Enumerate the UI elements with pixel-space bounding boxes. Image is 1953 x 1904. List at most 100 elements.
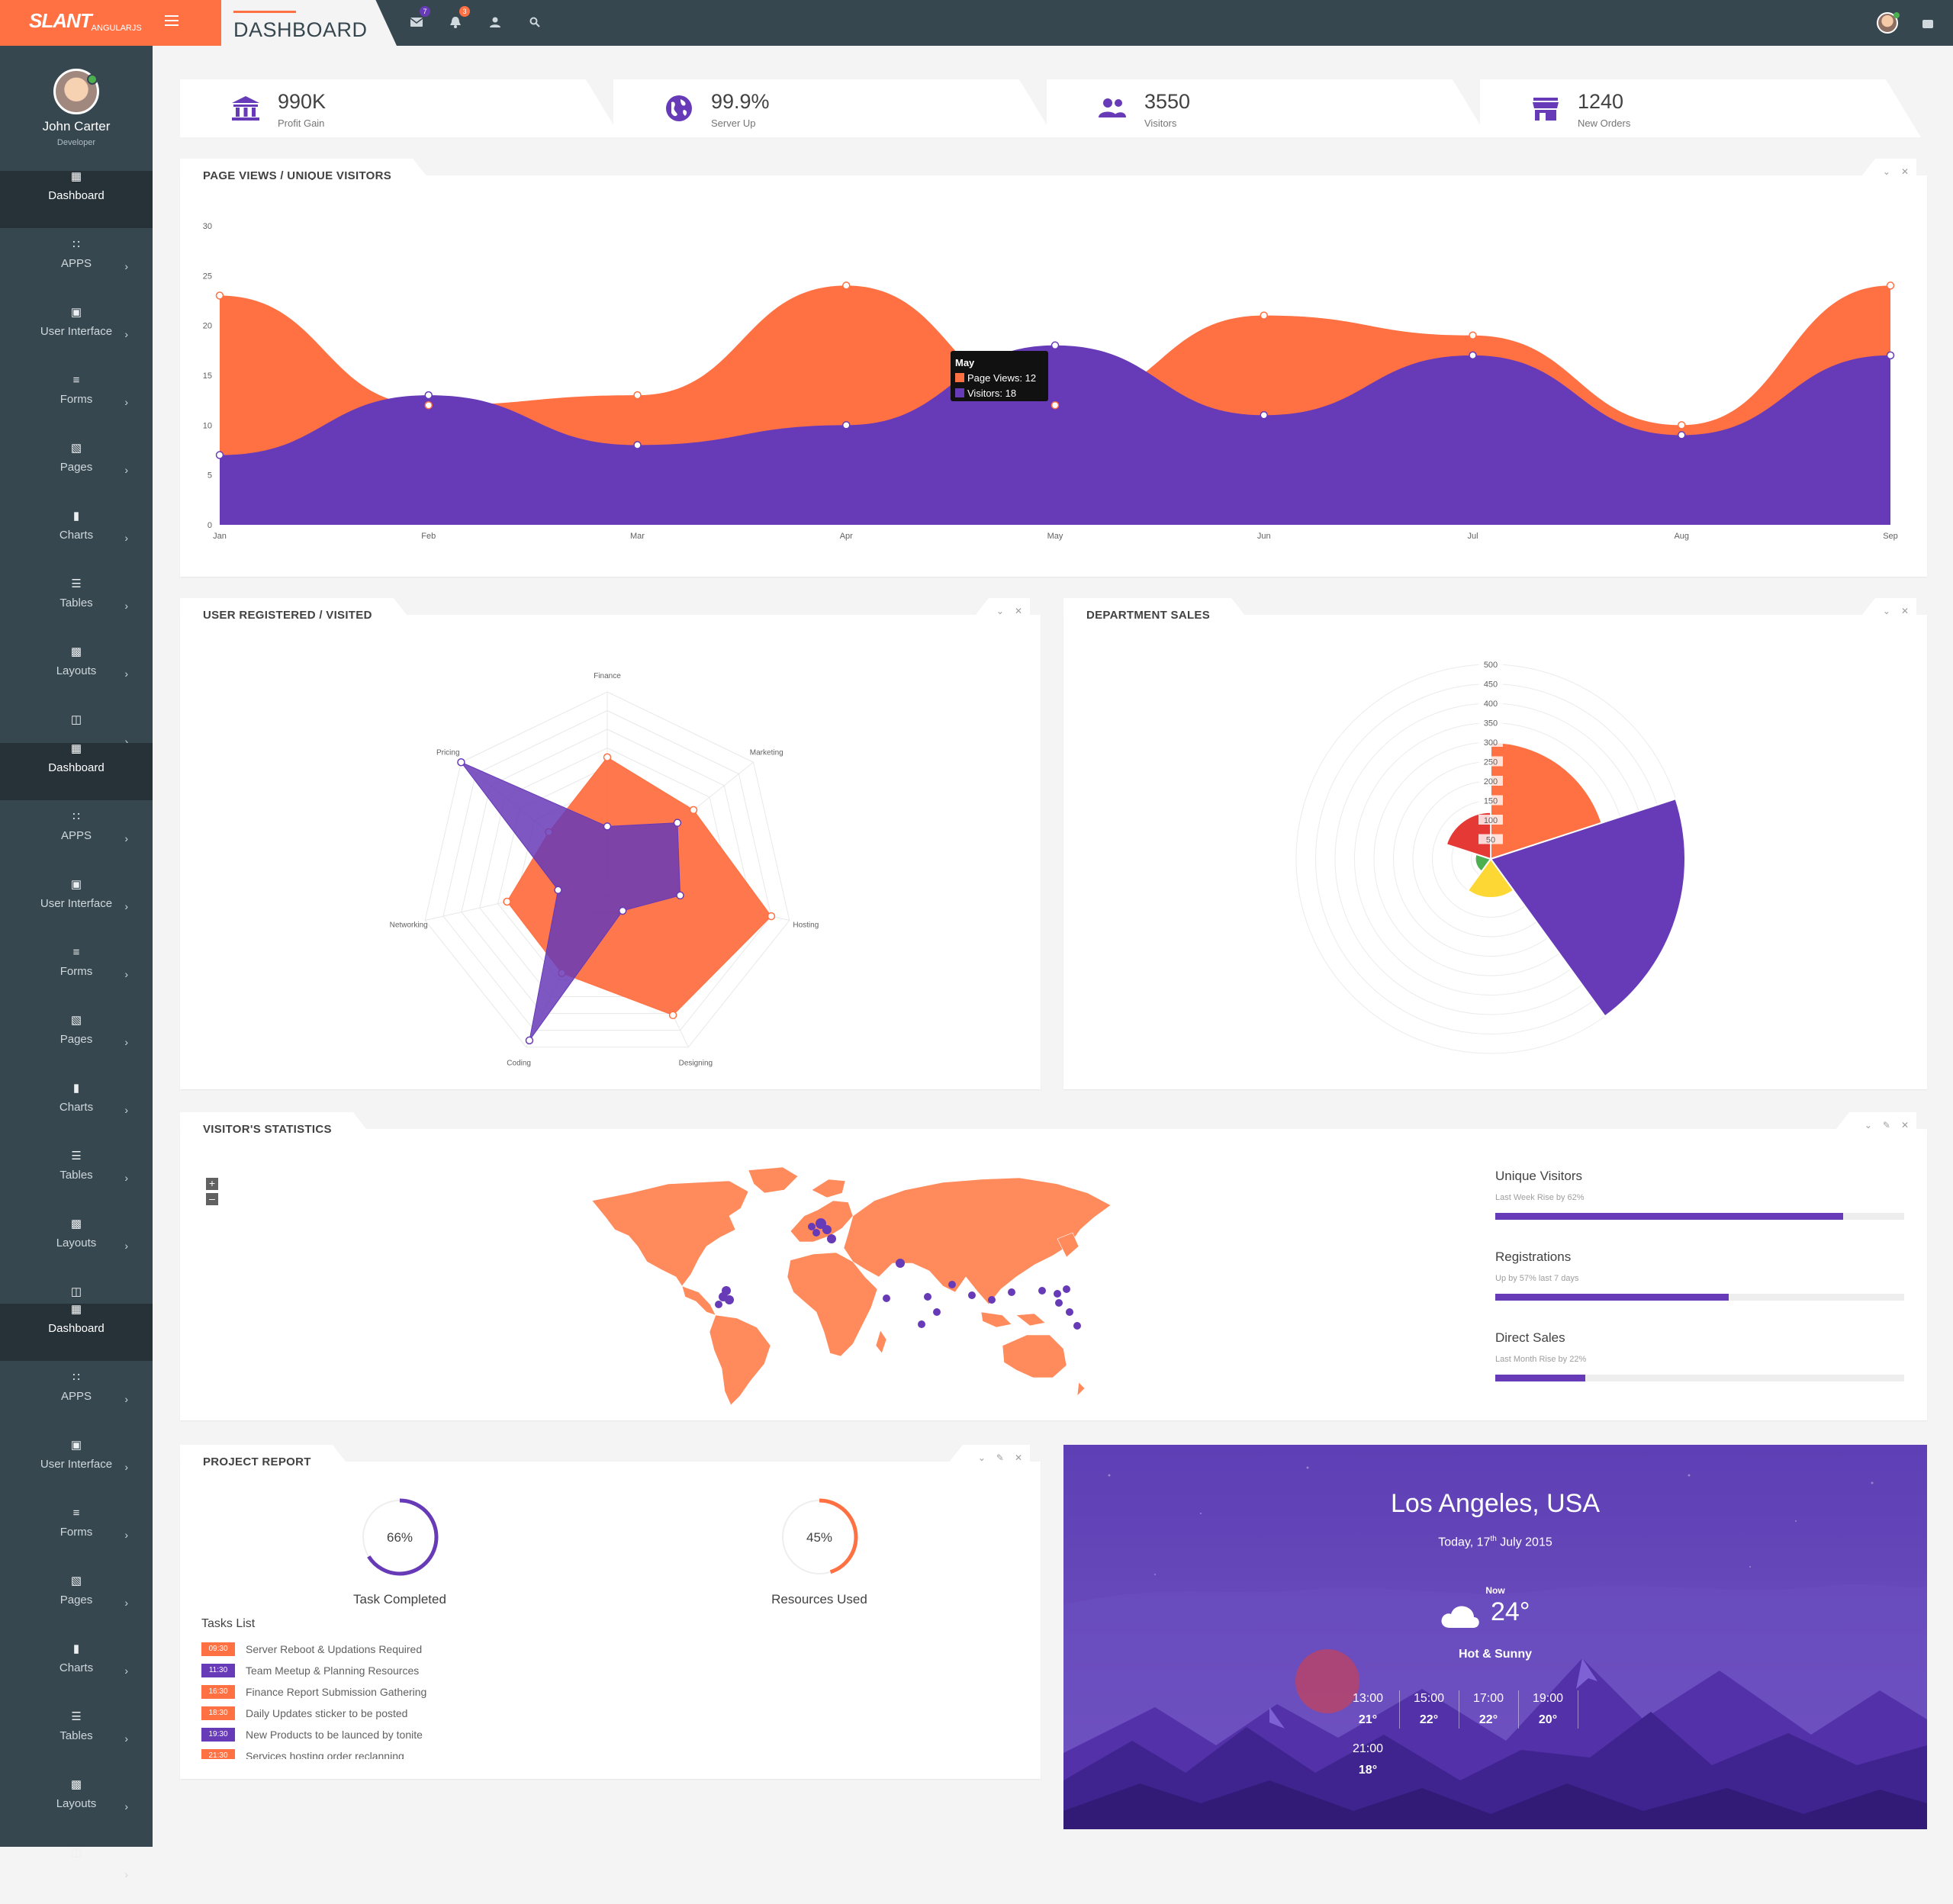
chat-icon[interactable] — [1922, 20, 1933, 28]
data-point — [424, 391, 433, 400]
progress-ring: 45% — [780, 1498, 858, 1576]
progress-fill — [1495, 1375, 1585, 1381]
bell-icon[interactable]: 3 — [450, 6, 470, 29]
profile-role: Developer — [56, 138, 96, 147]
sidebar-item-user-interface[interactable]: ▣ User Interface › — [0, 1439, 153, 1497]
task-text: Server Reboot & Updations Required — [246, 1643, 423, 1655]
task-text: New Products to be launced by tonite — [246, 1729, 423, 1741]
y-tick-label: 15 — [203, 371, 212, 381]
sidebar-item-tables[interactable]: ☰ Tables › — [0, 1711, 153, 1768]
sidebar-item-apps[interactable]: ∷ APPS › — [0, 239, 153, 296]
polar-tick-label: 500 — [1484, 661, 1498, 670]
world-map[interactable] — [584, 1163, 1118, 1407]
task-row[interactable]: 19:30 New Products to be launced by tonit… — [201, 1724, 659, 1745]
sidebar-item-charts[interactable]: ▮ Charts › — [0, 510, 153, 568]
close-icon[interactable]: ✕ — [1015, 1452, 1022, 1463]
sidebar-item-user-interface[interactable]: ▣ User Interface › — [0, 879, 153, 936]
progress-item: Unique Visitors Last Week Rise by 62% — [1495, 1169, 1904, 1220]
close-icon[interactable]: ✕ — [1901, 1120, 1909, 1130]
edit-icon[interactable]: ✎ — [1883, 1120, 1890, 1130]
sidebar-item-apps[interactable]: ∷ APPS › — [0, 1372, 153, 1429]
search-icon[interactable] — [529, 17, 543, 29]
weather-city: Los Angeles, USA — [1390, 1489, 1601, 1518]
sidebar-item-maps[interactable]: ◫› — [0, 1847, 153, 1904]
sidebar-item-forms[interactable]: ≡ Forms › — [0, 1507, 153, 1565]
sidebar-item-pages[interactable]: ▧ Pages › — [0, 442, 153, 500]
sidebar-item-dashboard[interactable]: ▦ Dashboard — [0, 1304, 153, 1361]
map-zoom-in-button[interactable]: + — [206, 1178, 218, 1190]
bar-chart-icon: ▮ — [72, 1082, 80, 1095]
sidebar-item-pages[interactable]: ▧ Pages › — [0, 1015, 153, 1072]
pages-icon: ▧ — [70, 442, 82, 455]
y-tick-label: 25 — [203, 272, 212, 281]
page-title: DASHBOARD — [233, 18, 368, 41]
progress-title: Unique Visitors — [1495, 1169, 1583, 1183]
sidebar-item-apps[interactable]: ∷ APPS › — [0, 811, 153, 868]
ring-value: 45% — [806, 1530, 832, 1545]
sidebar-item-layouts[interactable]: ▩ Layouts › — [0, 1779, 153, 1836]
data-point — [1886, 281, 1895, 290]
sidebar-nav-group-2: ▦ Dashboard ∷ APPS › ▣ User Interface › ≡ Forms › ▧… — [0, 732, 153, 1343]
sidebar-item-user-interface[interactable]: ▣ User Interface › — [0, 307, 153, 364]
bank-icon — [232, 96, 259, 121]
task-time-badge: 19:30 — [201, 1728, 235, 1742]
sidebar-nav-group-3: ▦ Dashboard ∷ APPS › ▣ User Interface › ≡ Forms › ▧… — [0, 1293, 153, 1904]
collapse-icon[interactable]: ⌄ — [1865, 1120, 1872, 1130]
sidebar-item-label: Charts — [59, 529, 94, 542]
chevron-right-icon: › — [124, 900, 128, 912]
task-text: Finance Report Submission Gathering — [246, 1686, 427, 1698]
sidebar-item-tables[interactable]: ☰ Tables › — [0, 578, 153, 635]
task-row[interactable]: 09:30 Server Reboot & Updations Required — [201, 1639, 659, 1660]
user-icon[interactable] — [490, 17, 504, 29]
collapse-icon[interactable]: ⌄ — [978, 1452, 986, 1463]
sidebar-item-charts[interactable]: ▮ Charts › — [0, 1643, 153, 1700]
sidebar-item-label: Forms — [60, 1526, 93, 1539]
sidebar-item-label: User Interface — [40, 325, 113, 338]
menu-toggle-icon[interactable] — [165, 15, 179, 26]
task-row[interactable]: 11:30 Team Meetup & Planning Resources — [201, 1660, 659, 1681]
ring-value: 66% — [387, 1530, 413, 1545]
map-zoom-out-button[interactable]: – — [206, 1193, 218, 1205]
data-point — [525, 1036, 534, 1045]
sidebar-item-forms[interactable]: ≡ Forms › — [0, 947, 153, 1004]
profile-avatar[interactable] — [53, 69, 99, 114]
brand-logo[interactable]: SLANTANGULARJS — [29, 9, 142, 33]
sidebar-item-label: Tables — [60, 1169, 93, 1182]
user-avatar[interactable] — [1877, 12, 1900, 34]
chevron-right-icon: › — [124, 1461, 128, 1473]
sidebar-item-tables[interactable]: ☰ Tables › — [0, 1150, 153, 1208]
sidebar-item-dashboard[interactable]: ▦ Dashboard — [0, 171, 153, 228]
polar-tick-label: 50 — [1486, 836, 1495, 845]
task-row[interactable]: 18:30 Daily Updates sticker to be posted — [201, 1703, 659, 1724]
sidebar-item-layouts[interactable]: ▩ Layouts › — [0, 646, 153, 703]
sidebar-item-layouts[interactable]: ▩ Layouts › — [0, 1218, 153, 1275]
task-text: Daily Updates sticker to be posted — [246, 1707, 408, 1719]
briefcase-icon: ▣ — [70, 306, 82, 319]
x-tick-label: Jan — [213, 532, 227, 541]
task-row[interactable]: 16:30 Finance Report Submission Gathering — [201, 1681, 659, 1703]
y-tick-label: 10 — [203, 421, 212, 430]
sidebar-item-pages[interactable]: ▧ Pages › — [0, 1575, 153, 1632]
forecast-hour: 21:00 18° — [1352, 1742, 1384, 1777]
page-views-panel: PAGE VIEWS / UNIQUE VISITORS ⌄ ✕ 0 5 10 15 20… — [180, 159, 1927, 577]
apps-icon: ∷ — [72, 1371, 80, 1384]
chevron-right-icon: › — [124, 1172, 128, 1184]
stat-label: New Orders — [1578, 117, 1631, 129]
sidebar-item-label: Forms — [60, 393, 93, 406]
task-time-badge: 18:30 — [201, 1706, 235, 1720]
task-row[interactable]: 21:30 Services hosting order reclanning — [201, 1745, 659, 1759]
dashboard-icon: ▦ — [70, 170, 82, 183]
edit-icon[interactable]: ✎ — [996, 1452, 1004, 1463]
sidebar-profile: John Carter Developer — [0, 46, 153, 160]
data-point — [676, 891, 684, 900]
panel-title: PROJECT REPORT — [180, 1445, 349, 1466]
sidebar-item-forms[interactable]: ≡ Forms › — [0, 375, 153, 432]
sidebar-item-charts[interactable]: ▮ Charts › — [0, 1082, 153, 1140]
forecast-hour: 15:00 22° — [1413, 1692, 1445, 1726]
cloud-icon — [1441, 1606, 1479, 1628]
mail-icon[interactable]: 7 — [410, 6, 430, 29]
tasks-title: Tasks List — [201, 1617, 256, 1630]
sidebar-item-dashboard[interactable]: ▦ Dashboard — [0, 743, 153, 800]
weather-card: Los Angeles, USA Today, 17th July 2015 N… — [1063, 1445, 1927, 1829]
forecast-hour: 19:00 20° — [1532, 1692, 1564, 1726]
